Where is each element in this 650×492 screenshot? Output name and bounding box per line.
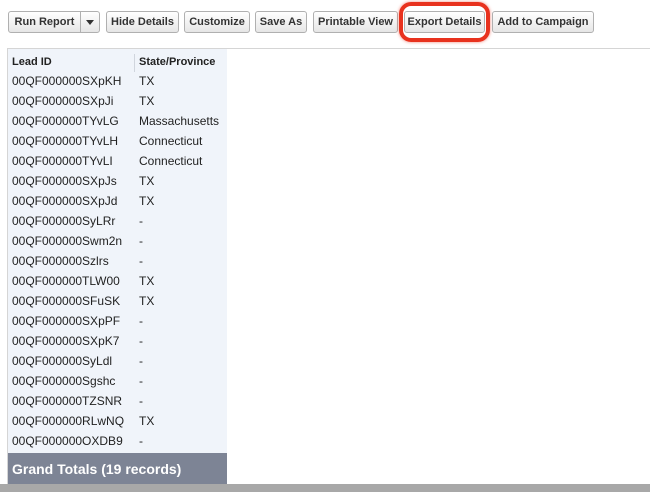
state-province-cell: - — [139, 394, 143, 408]
state-province-cell: - — [139, 374, 143, 388]
table-row: 00QF000000SXpJi TX — [8, 91, 227, 111]
save-as-button[interactable]: Save As — [255, 11, 307, 33]
state-province-cell: TX — [139, 174, 155, 188]
table-row: 00QF000000Sgshc - — [8, 371, 227, 391]
table-row: 00QF000000SyLdl - — [8, 351, 227, 371]
lead-id-cell[interactable]: 00QF000000SXpKH — [12, 74, 121, 88]
state-province-cell: - — [139, 234, 143, 248]
state-province-cell: - — [139, 314, 143, 328]
table-rows: 00QF000000SXpKH TX 00QF000000SXpJi TX 00QF00… — [8, 71, 227, 451]
state-province-cell: TX — [139, 74, 155, 88]
grand-totals-row: Grand Totals (19 records) — [8, 453, 227, 485]
column-divider — [134, 54, 135, 72]
lead-id-cell[interactable]: 00QF000000SXpPF — [12, 314, 120, 328]
lead-id-cell[interactable]: 00QF000000SXpJs — [12, 174, 117, 188]
hide-details-button[interactable]: Hide Details — [106, 11, 179, 33]
state-province-cell: TX — [139, 94, 155, 108]
table-row: 00QF000000SXpK7 - — [8, 331, 227, 351]
lead-id-cell[interactable]: 00QF000000Swm2n — [12, 234, 122, 248]
table-header: Lead ID State/Province — [8, 52, 227, 72]
table-row: 00QF000000Szlrs - — [8, 251, 227, 271]
state-province-cell: TX — [139, 194, 155, 208]
lead-id-cell[interactable]: 00QF000000SyLRr — [12, 214, 115, 228]
lead-id-cell[interactable]: 00QF000000SXpJi — [12, 94, 113, 108]
report-table: Lead ID State/Province 00QF000000SXpKH TX… — [7, 48, 650, 492]
table-row: 00QF000000TZSNR - — [8, 391, 227, 411]
table-row: 00QF000000SFuSK TX — [8, 291, 227, 311]
state-province-cell: TX — [139, 274, 155, 288]
lead-id-cell[interactable]: 00QF000000TYvLH — [12, 134, 118, 148]
state-province-cell: TX — [139, 414, 155, 428]
customize-button[interactable]: Customize — [184, 11, 250, 33]
state-province-cell: Connecticut — [139, 154, 203, 168]
table-row: 00QF000000TYvLI Connecticut — [8, 151, 227, 171]
lead-id-cell[interactable]: 00QF000000OXDB9 — [12, 434, 123, 448]
state-province-cell: - — [139, 214, 143, 228]
add-to-campaign-button[interactable]: Add to Campaign — [492, 11, 594, 33]
state-province-cell: - — [139, 434, 143, 448]
table-row: 00QF000000SyLRr - — [8, 211, 227, 231]
state-province-cell: - — [139, 254, 143, 268]
printable-view-button[interactable]: Printable View — [313, 11, 398, 33]
state-province-cell: - — [139, 354, 143, 368]
lead-id-cell[interactable]: 00QF000000SXpJd — [12, 194, 117, 208]
table-row: 00QF000000SXpJd TX — [8, 191, 227, 211]
column-header-state-province[interactable]: State/Province — [139, 56, 215, 68]
lead-id-cell[interactable]: 00QF000000TZSNR — [12, 394, 122, 408]
table-row: 00QF000000OXDB9 - — [8, 431, 227, 451]
table-row: 00QF000000Swm2n - — [8, 231, 227, 251]
lead-id-cell[interactable]: 00QF000000TYvLI — [12, 154, 113, 168]
table-row: 00QF000000TYvLG Massachusetts — [8, 111, 227, 131]
lead-id-cell[interactable]: 00QF000000Sgshc — [12, 374, 115, 388]
run-report-button[interactable]: Run Report — [8, 11, 81, 33]
lead-id-cell[interactable]: 00QF000000SXpK7 — [12, 334, 119, 348]
table-row: 00QF000000SXpKH TX — [8, 71, 227, 91]
state-province-cell: Connecticut — [139, 134, 203, 148]
lead-id-cell[interactable]: 00QF000000TLW00 — [12, 274, 120, 288]
table-row: 00QF000000SXpJs TX — [8, 171, 227, 191]
table-row: 00QF000000TYvLH Connecticut — [8, 131, 227, 151]
chevron-down-icon — [86, 19, 94, 25]
state-province-cell: - — [139, 334, 143, 348]
lead-id-cell[interactable]: 00QF000000TYvLG — [12, 114, 119, 128]
table-row: 00QF000000SXpPF - — [8, 311, 227, 331]
lead-id-cell[interactable]: 00QF000000SFuSK — [12, 294, 120, 308]
table-row: 00QF000000TLW00 TX — [8, 271, 227, 291]
run-report-dropdown-button[interactable] — [80, 11, 100, 33]
horizontal-scrollbar[interactable] — [0, 484, 650, 492]
state-province-cell: TX — [139, 294, 155, 308]
report-toolbar: Run Report Hide Details Customize Save A… — [0, 0, 650, 44]
highlight-annotation — [399, 2, 490, 42]
column-header-lead-id[interactable]: Lead ID — [12, 56, 52, 68]
lead-id-cell[interactable]: 00QF000000SyLdl — [12, 354, 112, 368]
state-province-cell: Massachusetts — [139, 114, 220, 128]
lead-id-cell[interactable]: 00QF000000Szlrs — [12, 254, 109, 268]
lead-id-cell[interactable]: 00QF000000RLwNQ — [12, 414, 124, 428]
table-row: 00QF000000RLwNQ TX — [8, 411, 227, 431]
